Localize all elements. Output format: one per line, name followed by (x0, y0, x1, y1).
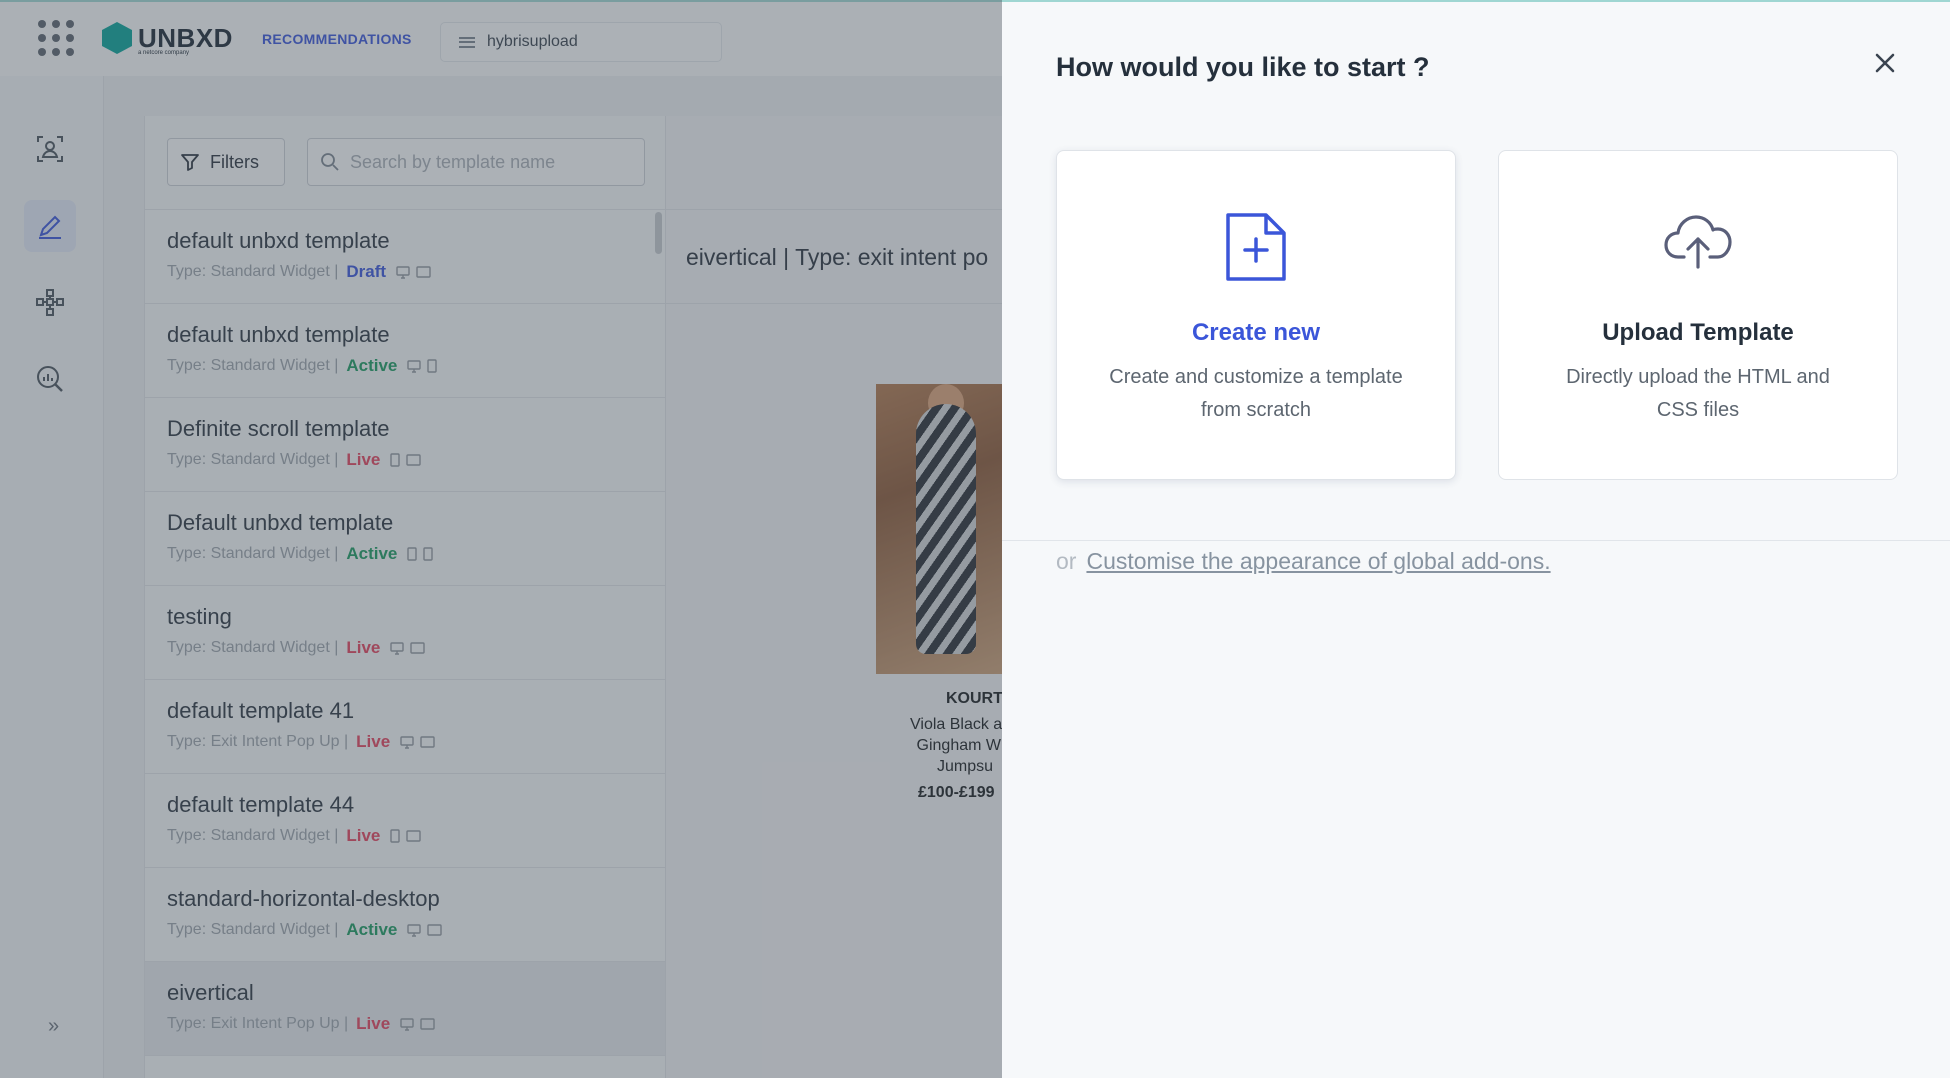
modal-backdrop[interactable] (0, 0, 1002, 1078)
file-plus-icon (1226, 213, 1286, 281)
divider (1002, 540, 1950, 541)
cloud-upload-icon (1664, 215, 1732, 269)
upload-template-title: Upload Template (1602, 319, 1794, 346)
create-new-card[interactable]: Create new Create and customize a templa… (1056, 150, 1456, 480)
drawer-title: How would you like to start ? (1056, 52, 1430, 82)
global-addons-link[interactable]: Customise the appearance of global add-o… (1086, 548, 1550, 575)
close-button[interactable] (1870, 48, 1900, 78)
global-addons-row: or Customise the appearance of global ad… (1056, 548, 1551, 575)
create-new-title: Create new (1191, 319, 1321, 346)
start-options-drawer: How would you like to start ? Create new… (1002, 0, 1950, 1078)
create-new-desc: Create and customize a template from scr… (1109, 366, 1403, 421)
or-text: or (1056, 548, 1077, 574)
upload-template-card[interactable]: Upload Template Directly upload the HTML… (1498, 150, 1898, 480)
upload-template-desc: Directly upload the HTML and CSS files (1566, 366, 1830, 421)
close-icon (1875, 53, 1895, 73)
